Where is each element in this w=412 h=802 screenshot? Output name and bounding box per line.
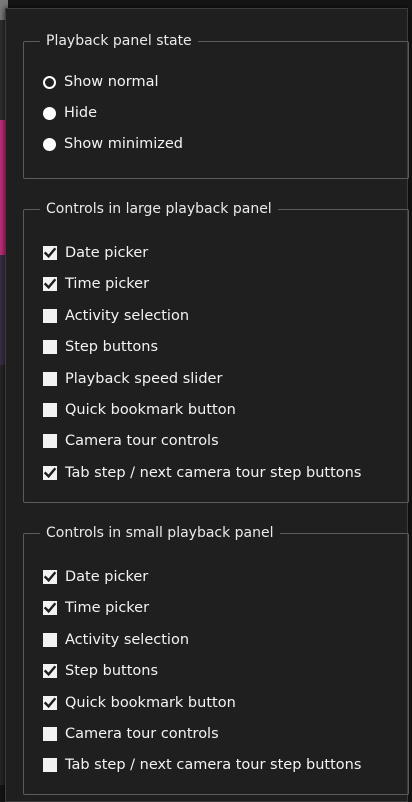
playback-panel-state-group: Playback panel state Show normal Hide Sh… bbox=[23, 32, 409, 179]
checkbox-tab-step-next-camera-tour-step-buttons[interactable]: Tab step / next camera tour step buttons bbox=[43, 461, 361, 485]
checkbox-unchecked-icon bbox=[43, 758, 57, 773]
option-label: Time picker bbox=[65, 600, 150, 617]
checkbox-tab-step-next-camera-tour-step-buttons[interactable]: Tab step / next camera tour step buttons bbox=[43, 753, 361, 777]
radio-unselected-icon bbox=[43, 137, 56, 151]
option-label: Step buttons bbox=[65, 339, 159, 356]
checkbox-unchecked-icon bbox=[43, 340, 57, 355]
option-label: Date picker bbox=[65, 569, 149, 585]
checkbox-camera-tour-controls[interactable]: Camera tour controls bbox=[43, 429, 219, 453]
large-panel-controls-group: Controls in large playback panel Date pi… bbox=[23, 200, 409, 503]
option-label: Playback speed slider bbox=[65, 370, 223, 387]
radio-unselected-icon bbox=[43, 106, 56, 120]
checkbox-checked-icon bbox=[43, 601, 57, 616]
option-label: Activity selection bbox=[65, 631, 190, 648]
checkbox-quick-bookmark-button[interactable]: Quick bookmark button bbox=[43, 398, 236, 422]
option-label: Tab step / next camera tour step buttons bbox=[65, 464, 362, 481]
checkbox-step-buttons[interactable]: Step buttons bbox=[43, 335, 158, 359]
checkbox-checked-icon bbox=[43, 695, 57, 710]
checkbox-checked-icon bbox=[43, 664, 57, 679]
checkbox-date-picker[interactable]: Date picker bbox=[43, 565, 148, 589]
checkbox-unchecked-icon bbox=[43, 371, 57, 386]
playback-settings-popup: Playback panel state Show normal Hide Sh… bbox=[5, 8, 409, 802]
option-label: Show minimized bbox=[64, 136, 183, 152]
checkbox-activity-selection[interactable]: Activity selection bbox=[43, 628, 189, 652]
option-label: Time picker bbox=[65, 276, 150, 293]
radio-show-minimized[interactable]: Show minimized bbox=[43, 132, 183, 156]
group-legend: Playback panel state bbox=[40, 32, 198, 50]
checkbox-playback-speed-slider[interactable]: Playback speed slider bbox=[43, 367, 222, 391]
checkbox-time-picker[interactable]: Time picker bbox=[43, 596, 149, 620]
group-legend: Controls in small playback panel bbox=[40, 524, 280, 542]
checkbox-unchecked-icon bbox=[43, 308, 57, 323]
option-label: Quick bookmark button bbox=[65, 694, 236, 711]
group-legend: Controls in large playback panel bbox=[40, 200, 278, 218]
checkbox-checked-icon bbox=[43, 570, 57, 584]
small-panel-controls-group: Controls in small playback panel Date pi… bbox=[23, 524, 409, 795]
checkbox-unchecked-icon bbox=[43, 403, 57, 417]
checkbox-time-picker[interactable]: Time picker bbox=[43, 272, 149, 296]
radio-selected-icon bbox=[43, 75, 56, 89]
checkbox-unchecked-icon bbox=[43, 434, 57, 449]
radio-hide[interactable]: Hide bbox=[43, 101, 97, 125]
checkbox-camera-tour-controls[interactable]: Camera tour controls bbox=[43, 722, 219, 746]
checkbox-checked-icon bbox=[43, 246, 57, 260]
checkbox-unchecked-icon bbox=[43, 727, 57, 741]
option-label: Show normal bbox=[64, 74, 159, 90]
checkbox-step-buttons[interactable]: Step buttons bbox=[43, 659, 158, 683]
checkbox-checked-icon bbox=[43, 465, 57, 480]
option-label: Quick bookmark button bbox=[65, 402, 236, 418]
option-label: Tab step / next camera tour step buttons bbox=[65, 757, 362, 774]
checkbox-unchecked-icon bbox=[43, 632, 57, 647]
radio-show-normal[interactable]: Show normal bbox=[43, 70, 159, 94]
checkbox-activity-selection[interactable]: Activity selection bbox=[43, 304, 189, 328]
option-label: Date picker bbox=[65, 245, 149, 261]
option-label: Hide bbox=[64, 105, 98, 121]
option-label: Camera tour controls bbox=[65, 726, 219, 742]
checkbox-quick-bookmark-button[interactable]: Quick bookmark button bbox=[43, 691, 236, 715]
option-label: Camera tour controls bbox=[65, 433, 219, 450]
option-label: Step buttons bbox=[65, 663, 159, 680]
checkbox-checked-icon bbox=[43, 277, 57, 292]
option-label: Activity selection bbox=[65, 307, 190, 324]
checkbox-date-picker[interactable]: Date picker bbox=[43, 241, 148, 265]
